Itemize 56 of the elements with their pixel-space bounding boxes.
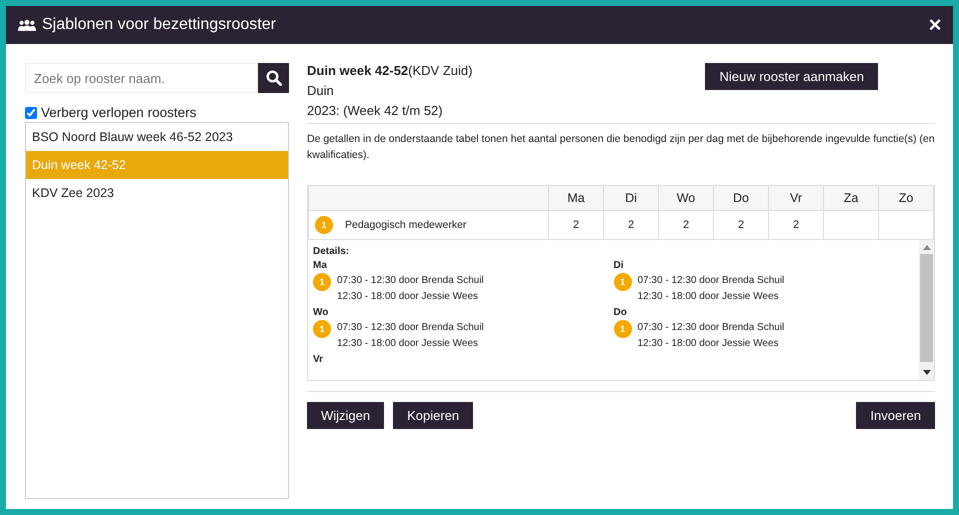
table-cell: 2 [548,210,604,240]
column-header: Ma [548,186,604,210]
details-title: Details: [313,246,350,257]
group-label: Duin [307,82,335,100]
schedule-name: Duin week 42-52 [307,63,408,78]
scroll-down-icon [922,370,930,375]
column-header: Wo [658,186,714,210]
location-label: (KDV Zuid) [408,63,472,78]
column-header: Za [824,186,878,210]
table-cell: 2 [604,210,658,240]
close-button[interactable]: × [917,12,953,38]
day-label: Di [614,260,624,271]
people-icon [18,18,36,32]
window-title: Sjablonen voor bezettingsrooster [42,16,277,34]
shift-line: 07:30 - 12:30 door Brenda Schuil [337,274,484,288]
checkbox-label: Verberg verlopen roosters [41,105,196,120]
column-header: Vr [768,186,824,210]
hide-expired-checkbox[interactable] [25,106,37,118]
shift-line: 07:30 - 12:30 door Brenda Schuil [337,321,484,335]
new-schedule-button[interactable]: Nieuw rooster aanmaken [705,63,878,90]
table-cell: 2 [658,210,714,240]
shift-line: 07:30 - 12:30 door Brenda Schuil [638,274,784,288]
shift-line: 12:30 - 18:00 door Jessie Wees [337,337,480,351]
shift-line: 07:30 - 12:30 door Brenda Schuil [638,321,784,335]
search-button[interactable] [258,63,289,93]
period-label: 2023: (Week 42 t/m 52) [307,102,444,120]
count-badge: 1 [315,216,333,234]
column-header: Do [714,186,768,210]
shift-line: 12:30 - 18:00 door Jessie Wees [638,337,780,351]
day-label: Vr [313,354,324,365]
shift-line: 12:30 - 18:00 door Jessie Wees [638,290,780,304]
count-badge: 1 [614,320,632,338]
count-badge: 1 [313,273,331,291]
schedule-item[interactable]: BSO Noord Blauw week 46-52 2023 [26,123,288,151]
search-icon [266,70,282,86]
day-label: Do [614,307,628,318]
table-cell [824,210,878,240]
description-text: De getallen in de onderstaande tabel tonen het aantal personen die benodigd zijn per dag met de bijbehorende ingevulde functie(s) (en kwalificaties). [307,132,935,163]
day-label: Wo [313,307,330,318]
shift-line: 12:30 - 18:00 door Jessie Wees [337,290,480,304]
column-header: Zo [878,186,934,210]
count-badge: 1 [614,273,632,291]
table-cell: 2 [768,210,824,240]
action-button[interactable]: Wijzigen [307,402,384,429]
search-field[interactable]: Zoek op rooster naam. [25,63,258,93]
function-label: Pedagogisch medewerker [345,219,466,231]
scrollbar[interactable] [919,240,934,380]
action-button[interactable]: Kopieren [393,402,474,429]
day-label: Ma [313,260,328,271]
scroll-thumb[interactable] [920,254,933,362]
table-cell: 2 [714,210,768,240]
schedule-item[interactable]: KDV Zee 2023 [26,179,288,207]
scroll-up-icon [922,245,930,250]
submit-button[interactable]: Invoeren [856,402,935,429]
column-header: Di [604,186,658,210]
count-badge: 1 [313,320,331,338]
